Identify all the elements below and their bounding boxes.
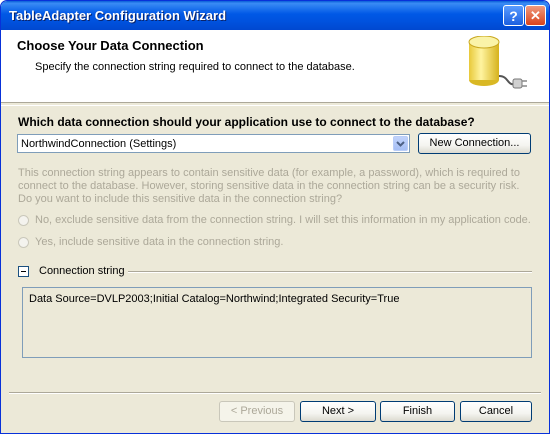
header-divider: [1, 102, 549, 106]
connection-select-value: NorthwindConnection (Settings): [21, 138, 177, 150]
connection-string-label: Connection string: [39, 265, 125, 277]
connection-select[interactable]: NorthwindConnection (Settings): [17, 134, 410, 153]
database-plug-icon: [468, 36, 527, 89]
window-title: TableAdapter Configuration Wizard: [9, 8, 227, 23]
title-bar[interactable]: TableAdapter Configuration Wizard ? ✕: [1, 1, 549, 30]
connection-string-box[interactable]: Data Source=DVLP2003;Initial Catalog=Nor…: [22, 287, 532, 358]
previous-button[interactable]: < Previous: [219, 401, 295, 422]
collapse-icon[interactable]: [18, 266, 29, 277]
include-sensitive-label: Yes, include sensitive data in the conne…: [35, 236, 284, 248]
chevron-down-icon[interactable]: [393, 136, 408, 151]
exclude-sensitive-label: No, exclude sensitive data from the conn…: [35, 214, 531, 226]
help-button[interactable]: ?: [503, 5, 524, 26]
finish-button[interactable]: Finish: [380, 401, 455, 422]
footer-divider: [9, 392, 541, 394]
page-title: Choose Your Data Connection: [17, 38, 204, 53]
connection-string-divider: [128, 271, 532, 273]
connection-string-value: Data Source=DVLP2003;Initial Catalog=Nor…: [29, 293, 400, 305]
wizard-window: TableAdapter Configuration Wizard ? ✕ Ch…: [0, 0, 550, 434]
new-connection-button[interactable]: New Connection...: [418, 133, 531, 154]
include-sensitive-radio[interactable]: [18, 237, 29, 248]
page-subtitle: Specify the connection string required t…: [35, 61, 355, 73]
close-button[interactable]: ✕: [525, 5, 546, 26]
next-button[interactable]: Next >: [300, 401, 376, 422]
cancel-button[interactable]: Cancel: [460, 401, 532, 422]
wizard-header: Choose Your Data Connection Specify the …: [1, 30, 549, 102]
sensitive-data-warning: This connection string appears to contai…: [18, 167, 520, 205]
connection-question: Which data connection should your applic…: [18, 115, 475, 129]
exclude-sensitive-radio[interactable]: [18, 215, 29, 226]
